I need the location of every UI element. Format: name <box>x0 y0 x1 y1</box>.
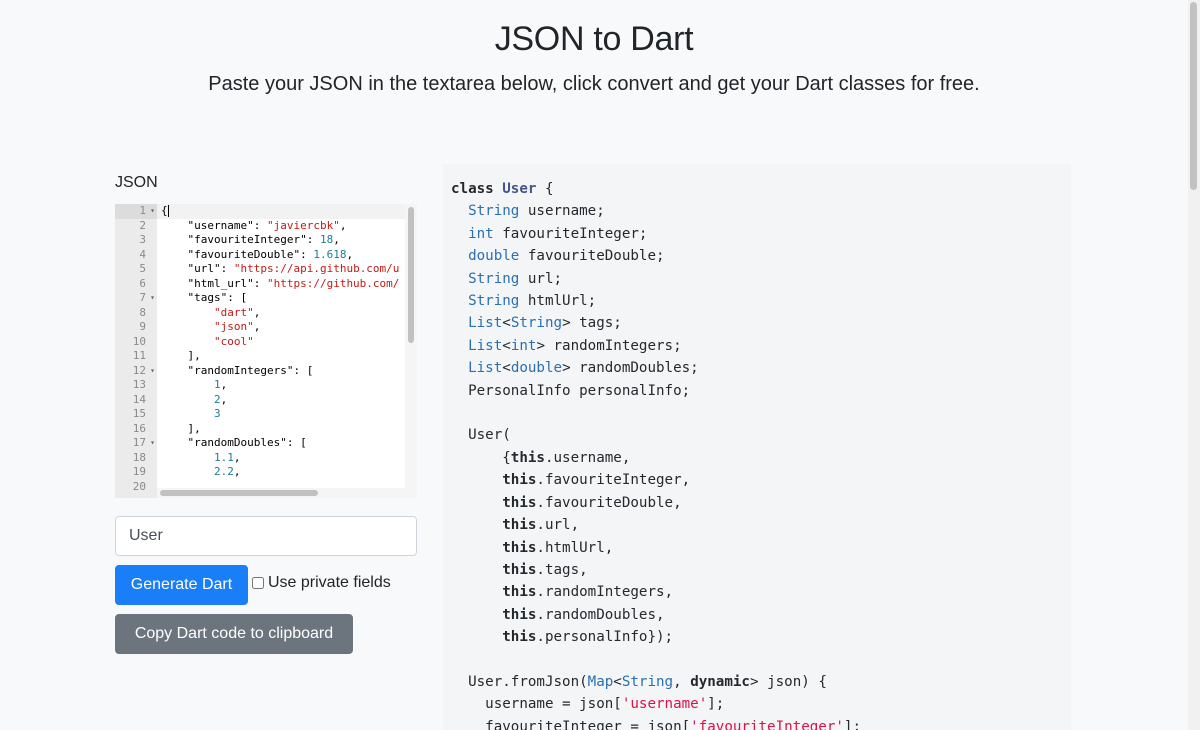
line-number-text: 5 <box>139 262 146 275</box>
line-number: 3 <box>115 233 157 248</box>
json-label: JSON <box>115 174 158 191</box>
class-name-input[interactable] <box>115 516 417 556</box>
code-line: "html_url": "https://github.com/ <box>161 276 400 290</box>
line-number: 20 <box>115 480 157 495</box>
line-number-text: 18 <box>132 450 146 464</box>
code-line: "tags": [ <box>161 291 248 304</box>
code-line: "url": "https://api.github.com/u <box>161 262 400 275</box>
copy-dart-button[interactable]: Copy Dart code to clipboard <box>115 614 353 654</box>
private-fields-label: Use private fields <box>268 574 391 591</box>
line-number: 15 <box>115 407 157 422</box>
page-scroll-thumb[interactable] <box>1190 2 1197 190</box>
line-number-text: 19 <box>132 465 146 478</box>
code-line: "json", <box>213 320 261 333</box>
line-number: 9 <box>115 320 157 335</box>
dart-code-block: class User { String username; int favour… <box>451 181 862 730</box>
line-number: 4 <box>115 248 157 263</box>
line-number-text: 11 <box>132 349 146 362</box>
line-number: 10 <box>115 335 157 350</box>
line-number: 12 ▾ <box>115 364 157 379</box>
code-line: 1, <box>213 378 228 391</box>
line-number-text: 13 <box>132 378 146 391</box>
editor-horizontal-scroll-thumb[interactable] <box>160 490 318 496</box>
json-editor[interactable]: 1 ▾ 2 3 4 5 6 7 ▾ 8 9 10 11 12 ▾ 13 14 15 16 17 ▾ 18 19 20 { "u… <box>115 204 417 498</box>
line-number-text: 20 <box>132 479 146 493</box>
page-scrollbar[interactable] <box>1188 0 1200 730</box>
line-number-text: 1 <box>139 204 146 217</box>
code-line: 1.1, <box>213 450 241 464</box>
line-number: 1 ▾ <box>115 204 157 219</box>
line-number: 16 <box>115 422 157 437</box>
code-line: 2.2, <box>213 465 241 478</box>
line-number: 17 ▾ <box>115 436 157 451</box>
line-number-gutter: 1 ▾ 2 3 4 5 6 7 ▾ 8 9 10 11 12 ▾ 13 14 15 16 17 ▾ 18 19 20 <box>115 204 157 498</box>
line-number: 19 <box>115 465 157 480</box>
code-line: "randomDoubles": [ <box>161 436 307 449</box>
page-subtitle: Paste your JSON in the textarea below, c… <box>208 73 980 95</box>
code-line: "favouriteDouble": 1.618, <box>161 247 354 261</box>
line-number-text: 15 <box>132 407 146 420</box>
line-number-text: 17 <box>132 436 146 449</box>
line-number-text: 9 <box>139 320 146 333</box>
line-number: 6 <box>115 277 157 292</box>
code-line: 3 <box>213 407 221 420</box>
code-line: { <box>157 204 405 219</box>
line-number: 13 <box>115 378 157 393</box>
code-line: ], <box>161 349 201 362</box>
line-number-text: 7 <box>139 291 146 304</box>
code-line: "cool" <box>213 334 254 348</box>
editor-vertical-scrollbar[interactable] <box>405 204 417 498</box>
generate-dart-button[interactable]: Generate Dart <box>115 565 248 605</box>
fold-toggle-icon[interactable]: ▾ <box>150 291 155 306</box>
line-number-text: 2 <box>139 218 146 232</box>
editor-vertical-scroll-thumb[interactable] <box>408 207 414 343</box>
editor-horizontal-scrollbar[interactable] <box>157 488 405 498</box>
fold-toggle-icon[interactable]: ▾ <box>150 364 155 379</box>
private-fields-option[interactable]: Use private fields <box>252 572 391 594</box>
line-number: 2 <box>115 219 157 234</box>
line-number: 7 ▾ <box>115 291 157 306</box>
page-title: JSON to Dart <box>494 20 694 58</box>
fold-toggle-icon[interactable]: ▾ <box>150 436 155 451</box>
code-line: "randomIntegers": [ <box>161 363 314 377</box>
private-fields-checkbox[interactable] <box>252 577 264 589</box>
dart-output: class User { String username; int favour… <box>443 164 1071 730</box>
line-number-text: 10 <box>132 334 146 348</box>
code-line: 2, <box>213 392 228 406</box>
line-number-text: 6 <box>139 276 146 290</box>
line-number: 5 <box>115 262 157 277</box>
line-number-text: 16 <box>132 421 146 435</box>
code-line: "dart", <box>213 305 261 319</box>
line-number-text: 14 <box>132 392 146 406</box>
line-number: 11 <box>115 349 157 364</box>
line-number-text: 3 <box>139 233 146 246</box>
line-number: 18 <box>115 451 157 466</box>
json-code-area[interactable]: { "username": "javiercbk", "favouriteInt… <box>157 204 405 498</box>
code-line: "favouriteInteger": 18, <box>161 233 340 246</box>
line-number-text: 4 <box>139 247 146 261</box>
line-number-text: 12 <box>132 363 146 377</box>
line-number: 14 <box>115 393 157 408</box>
code-line: "username": "javiercbk", <box>161 218 347 232</box>
line-number: 8 <box>115 306 157 321</box>
fold-toggle-icon[interactable]: ▾ <box>150 204 155 219</box>
line-number-text: 8 <box>139 305 146 319</box>
code-line: ], <box>161 421 201 435</box>
